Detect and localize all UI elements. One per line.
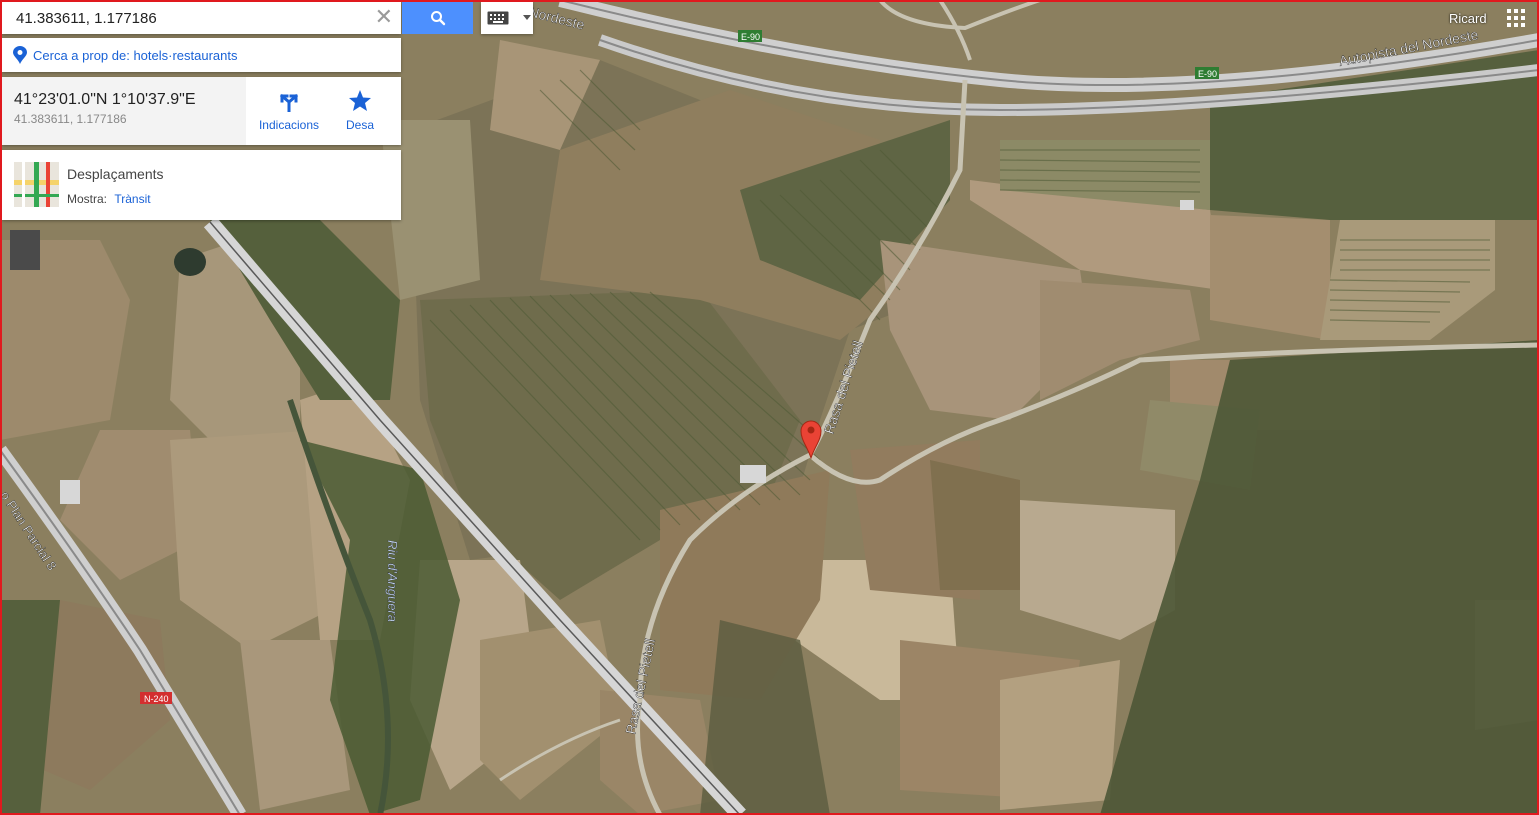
e90-shield-b: E-90 — [1195, 67, 1219, 79]
svg-text:E-90: E-90 — [1198, 69, 1217, 79]
svg-text:E-90: E-90 — [741, 32, 760, 42]
show-label: Mostra: — [67, 192, 108, 206]
search-nearby-link[interactable]: Cerca a prop de: hotels·restaurants — [2, 38, 401, 72]
directions-icon — [279, 93, 299, 112]
apps-grid-icon[interactable] — [1507, 9, 1525, 27]
place-info: 41°23'01.0"N 1°10'37.9"E 41.383611, 1.17… — [2, 77, 246, 145]
place-pin-icon — [13, 46, 27, 64]
e90-shield-a: E-90 — [738, 30, 762, 42]
map-label-river: Riu d'Anguera — [385, 540, 400, 622]
search-icon — [430, 11, 445, 26]
directions-button[interactable]: Indicacions — [251, 77, 327, 145]
search-box[interactable]: ✕ — [2, 2, 401, 34]
pond — [174, 248, 206, 276]
svg-text:N-240: N-240 — [144, 694, 169, 704]
traffic-title: Desplaçaments — [67, 166, 164, 182]
traffic-card[interactable]: Desplaçaments Mostra: Trànsit — [2, 150, 401, 220]
star-icon — [349, 90, 371, 111]
place-card: 41°23'01.0"N 1°10'37.9"E 41.383611, 1.17… — [2, 77, 401, 145]
save-button[interactable]: Desa — [322, 77, 398, 145]
traffic-map-icon — [14, 162, 59, 207]
directions-label: Indicacions — [258, 118, 320, 132]
save-label: Desa — [345, 118, 374, 132]
traffic-link[interactable]: Trànsit — [114, 192, 150, 206]
traffic-show-row: Mostra: Trànsit — [67, 192, 151, 206]
search-nearby-label: Cerca a prop de: hotels·restaurants — [33, 47, 238, 63]
coordinates-decimal: 41.383611, 1.177186 — [14, 112, 127, 126]
keyboard-icon — [487, 11, 509, 25]
clear-search-icon[interactable]: ✕ — [375, 6, 393, 28]
chevron-down-icon — [523, 15, 531, 20]
search-button[interactable] — [402, 2, 473, 34]
search-input[interactable] — [14, 8, 358, 28]
input-tools-button[interactable] — [481, 2, 533, 34]
n240-shield: N-240 — [140, 692, 172, 704]
user-name[interactable]: Ricard — [1449, 11, 1487, 26]
coordinates-dms: 41°23'01.0"N 1°10'37.9"E — [14, 91, 196, 108]
